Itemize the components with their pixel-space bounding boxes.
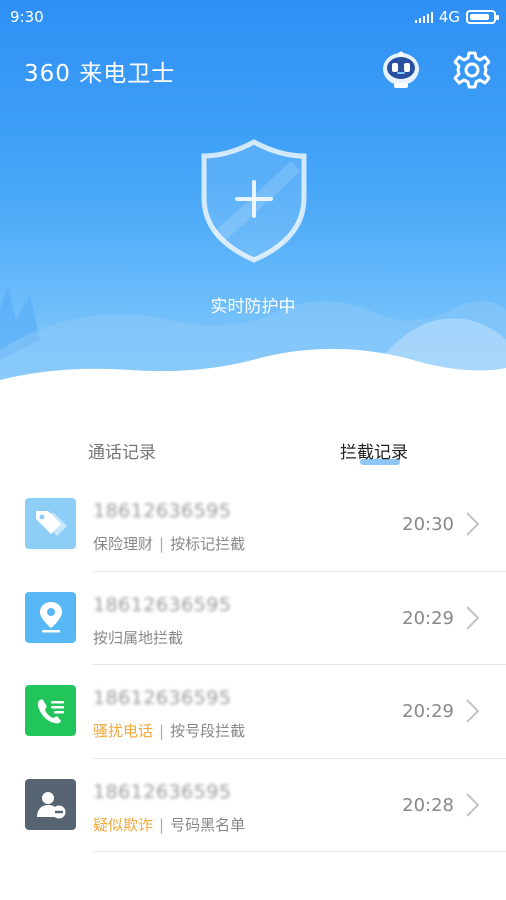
network-type: 4G xyxy=(438,8,460,26)
gear-icon[interactable] xyxy=(452,50,492,90)
record-time: 20:29 xyxy=(402,701,454,722)
phone-number: 18612636595 xyxy=(93,593,232,616)
record-time: 20:28 xyxy=(402,794,454,816)
status-indicators: 4G xyxy=(414,8,499,26)
record-tag: 按归属地拦截 xyxy=(93,628,184,647)
tab-block-records[interactable]: 拦截记录 xyxy=(340,438,408,463)
shield-plus-icon xyxy=(201,139,307,263)
record-tag: 骚扰电话 xyxy=(93,722,154,740)
record-tag: 保险理财 xyxy=(93,535,154,553)
robot-avatar-icon[interactable] xyxy=(380,50,422,90)
chevron-right-icon xyxy=(466,699,480,723)
phone-number: 18612636595 xyxy=(93,780,232,803)
separator: | xyxy=(159,535,165,553)
app-title: 360 来电卫士 xyxy=(24,61,176,87)
status-bar: 9:30 4G xyxy=(0,0,506,34)
record-detail: 疑似欺诈 | 号码黑名单 xyxy=(93,814,245,835)
block-reason: 号码黑名单 xyxy=(170,815,246,834)
block-record-list: 18612636595 保险理财 | 按标记拦截 20:30 18612636595… xyxy=(0,478,506,852)
signal-icon xyxy=(414,11,433,23)
record-time: 20:29 xyxy=(402,607,454,629)
record-tag: 疑似欺诈 xyxy=(93,815,154,834)
phone-number: 18612636595 xyxy=(93,500,232,522)
price-tag-icon xyxy=(25,498,76,549)
battery-level xyxy=(470,14,489,20)
status-time: 9:30 xyxy=(10,8,44,26)
list-item[interactable]: 18612636595 按归属地拦截 20:29 xyxy=(0,572,506,665)
record-detail: 骚扰电话 | 按号段拦截 xyxy=(93,720,245,741)
phone-number: 18612636595 xyxy=(93,687,232,709)
divider xyxy=(93,851,506,852)
blocked-contact-icon xyxy=(25,778,76,830)
block-reason: 按标记拦截 xyxy=(170,535,246,553)
list-item[interactable]: 18612636595 疑似欺诈 | 号码黑名单 20:28 xyxy=(0,759,506,852)
chevron-right-icon xyxy=(466,605,480,630)
list-item[interactable]: 18612636595 骚扰电话 | 按号段拦截 20:29 xyxy=(0,665,506,759)
record-detail: 按归属地拦截 xyxy=(93,627,183,648)
record-time: 20:30 xyxy=(402,514,454,535)
block-reason: 按号段拦截 xyxy=(170,722,246,740)
hero-header: 9:30 4G 360 来电卫士 实时防护中 xyxy=(0,0,506,400)
record-detail: 保险理财 | 按标记拦截 xyxy=(93,533,245,554)
location-pin-icon xyxy=(25,591,76,643)
record-tabs: 通话记录 拦截记录 xyxy=(0,430,506,474)
battery-icon xyxy=(466,10,499,24)
tab-call-records[interactable]: 通话记录 xyxy=(88,438,156,463)
protection-status: 实时防护中 xyxy=(210,297,296,317)
list-item[interactable]: 18612636595 保险理财 | 按标记拦截 20:30 xyxy=(0,478,506,572)
separator: | xyxy=(159,722,165,740)
chevron-right-icon xyxy=(466,792,480,817)
phone-list-icon xyxy=(25,685,76,736)
separator: | xyxy=(159,815,165,834)
chevron-right-icon xyxy=(466,512,480,536)
